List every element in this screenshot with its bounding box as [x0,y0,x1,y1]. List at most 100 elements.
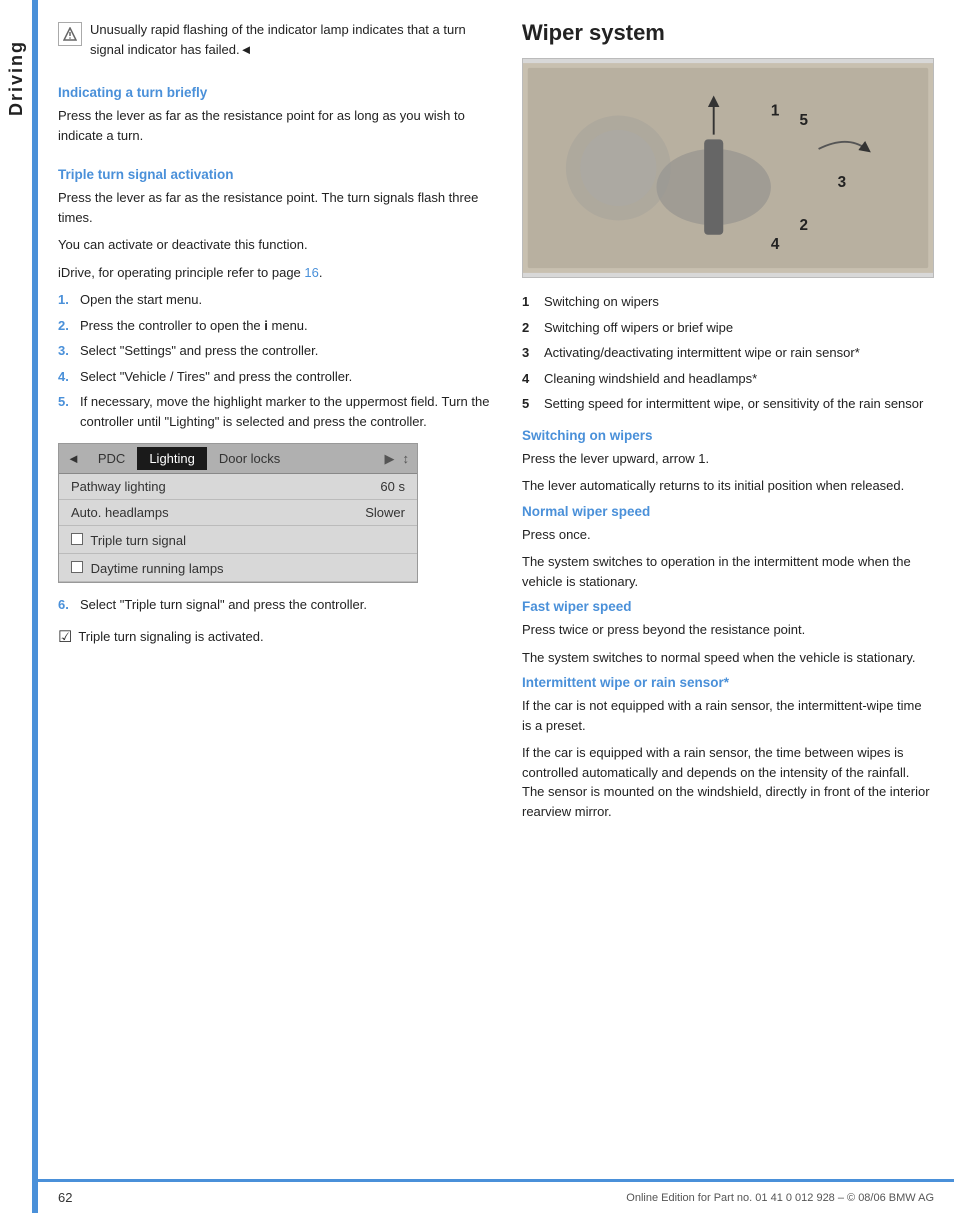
wiper-heading: Wiper system [522,20,934,46]
footer: 62 Online Edition for Part no. 01 41 0 0… [38,1179,954,1213]
step-text: Select "Settings" and press the controll… [80,341,318,361]
section1-heading: Indicating a turn briefly [58,85,498,100]
sidebar-label: Driving [6,40,27,116]
switching-para2: The lever automatically returns to its i… [522,476,934,496]
step-num: 3. [58,341,72,361]
step-num: 4. [58,367,72,387]
wiper-item-3: 3 Activating/deactivating intermittent w… [522,343,934,363]
step6-num: 6. [58,595,72,615]
triangle-icon [63,27,77,41]
wiper-item-num: 3 [522,343,536,363]
wiper-item-text: Activating/deactivating intermittent wip… [544,343,860,363]
section2-para2: You can activate or deactivate this func… [58,235,498,255]
wiper-item-num: 5 [522,394,536,414]
wiper-item-text: Switching on wipers [544,292,659,312]
page-link[interactable]: 16 [304,265,318,280]
list-item: 1. Open the start menu. [58,290,498,310]
wiper-item-num: 4 [522,369,536,389]
list-item: 3. Select "Settings" and press the contr… [58,341,498,361]
main-content: Unusually rapid flashing of the indicato… [38,0,954,1213]
step6-container: 6. Select "Triple turn signal" and press… [58,595,498,615]
idrive-tab-lighting[interactable]: Lighting [137,447,207,470]
idrive-topbar: ◄ PDC Lighting Door locks ▶ ↕ [59,444,417,474]
wiper-item-num: 1 [522,292,536,312]
list-item: 5. If necessary, move the highlight mark… [58,392,498,431]
wiper-item-num: 2 [522,318,536,338]
wiper-items-list: 1 Switching on wipers 2 Switching off wi… [522,292,934,414]
section2-idrive-ref: iDrive, for operating principle refer to… [58,263,498,283]
section1-para: Press the lever as far as the resistance… [58,106,498,145]
wiper-diagram-svg: 1 2 3 4 5 [523,59,933,277]
step6-text: Select "Triple turn signal" and press th… [80,595,367,615]
row-value: Slower [365,505,405,520]
checkbox-daytime[interactable] [71,561,83,573]
step-num: 5. [58,392,72,431]
right-column: Wiper system 1 2 [522,20,934,1179]
list-item: 4. Select "Vehicle / Tires" and press th… [58,367,498,387]
idrive-tab-pdc[interactable]: PDC [86,447,137,470]
step-text: Select "Vehicle / Tires" and press the c… [80,367,352,387]
idrive-nav-ud-arrow: ↕ [403,451,410,467]
wiper-item-text: Cleaning windshield and headlamps* [544,369,757,389]
idrive-row-headlamps: Auto. headlamps Slower [59,500,417,526]
columns: Unusually rapid flashing of the indicato… [38,0,954,1179]
normal-para1: Press once. [522,525,934,545]
idrive-row-pathway: Pathway lighting 60 s [59,474,417,500]
footer-copyright: Online Edition for Part no. 01 41 0 012 … [626,1192,934,1204]
checkmark-icon: ☑ [58,627,72,647]
intermittent-heading: Intermittent wipe or rain sensor* [522,675,934,690]
wiper-item-1: 1 Switching on wipers [522,292,934,312]
svg-text:4: 4 [771,236,780,253]
idrive-tab-doorlocks[interactable]: Door locks [207,447,292,470]
note-text: Unusually rapid flashing of the indicato… [90,20,498,59]
sidebar: Driving [0,0,32,1213]
note-box: Unusually rapid flashing of the indicato… [58,20,498,59]
result-text: Triple turn signaling is activated. [78,627,263,647]
left-column: Unusually rapid flashing of the indicato… [58,20,498,1179]
wiper-item-2: 2 Switching off wipers or brief wipe [522,318,934,338]
svg-text:3: 3 [838,174,846,191]
row-label: Pathway lighting [71,479,166,494]
page-wrapper: Driving Unusually rapid flashing of the … [0,0,954,1213]
row-value: 60 s [380,479,405,494]
wiper-item-text: Switching off wipers or brief wipe [544,318,733,338]
wiper-item-5: 5 Setting speed for intermittent wipe, o… [522,394,934,414]
switching-heading: Switching on wipers [522,428,934,443]
svg-text:2: 2 [800,217,808,234]
wiper-diagram: 1 2 3 4 5 [522,58,934,278]
step6-item: 6. Select "Triple turn signal" and press… [58,595,498,615]
list-item: 2. Press the controller to open the i me… [58,316,498,336]
idrive-nav: ▶ ↕ [385,451,410,467]
step-text: If necessary, move the highlight marker … [80,392,498,431]
svg-text:1: 1 [771,103,780,120]
intermittent-para1: If the car is not equipped with a rain s… [522,696,934,735]
section2-para1: Press the lever as far as the resistance… [58,188,498,227]
step-text: Press the controller to open the i menu. [80,316,308,336]
row-label: Daytime running lamps [71,559,224,576]
step-num: 1. [58,290,72,310]
normal-heading: Normal wiper speed [522,504,934,519]
idrive-nav-right-arrow: ▶ [385,451,395,467]
normal-para2: The system switches to operation in the … [522,552,934,591]
step-text: Open the start menu. [80,290,202,310]
step-num: 2. [58,316,72,336]
note-icon [58,22,82,46]
wiper-item-text: Setting speed for intermittent wipe, or … [544,394,923,414]
idrive-rows: Pathway lighting 60 s Auto. headlamps Sl… [59,474,417,582]
fast-para1: Press twice or press beyond the resistan… [522,620,934,640]
wiper-item-4: 4 Cleaning windshield and headlamps* [522,369,934,389]
fast-para2: The system switches to normal speed when… [522,648,934,668]
result-row: ☑ Triple turn signaling is activated. [58,627,498,647]
row-label: Auto. headlamps [71,505,169,520]
idrive-row-daytime: Daytime running lamps [59,554,417,582]
fast-heading: Fast wiper speed [522,599,934,614]
idrive-back: ◄ [67,451,80,466]
checkbox-triple[interactable] [71,533,83,545]
svg-text:5: 5 [800,112,809,129]
steps-list: 1. Open the start menu. 2. Press the con… [58,290,498,431]
switching-para1: Press the lever upward, arrow 1. [522,449,934,469]
intermittent-para2: If the car is equipped with a rain senso… [522,743,934,821]
row-label: Triple turn signal [71,531,186,548]
section2-heading: Triple turn signal activation [58,167,498,182]
footer-page-num: 62 [58,1190,72,1205]
